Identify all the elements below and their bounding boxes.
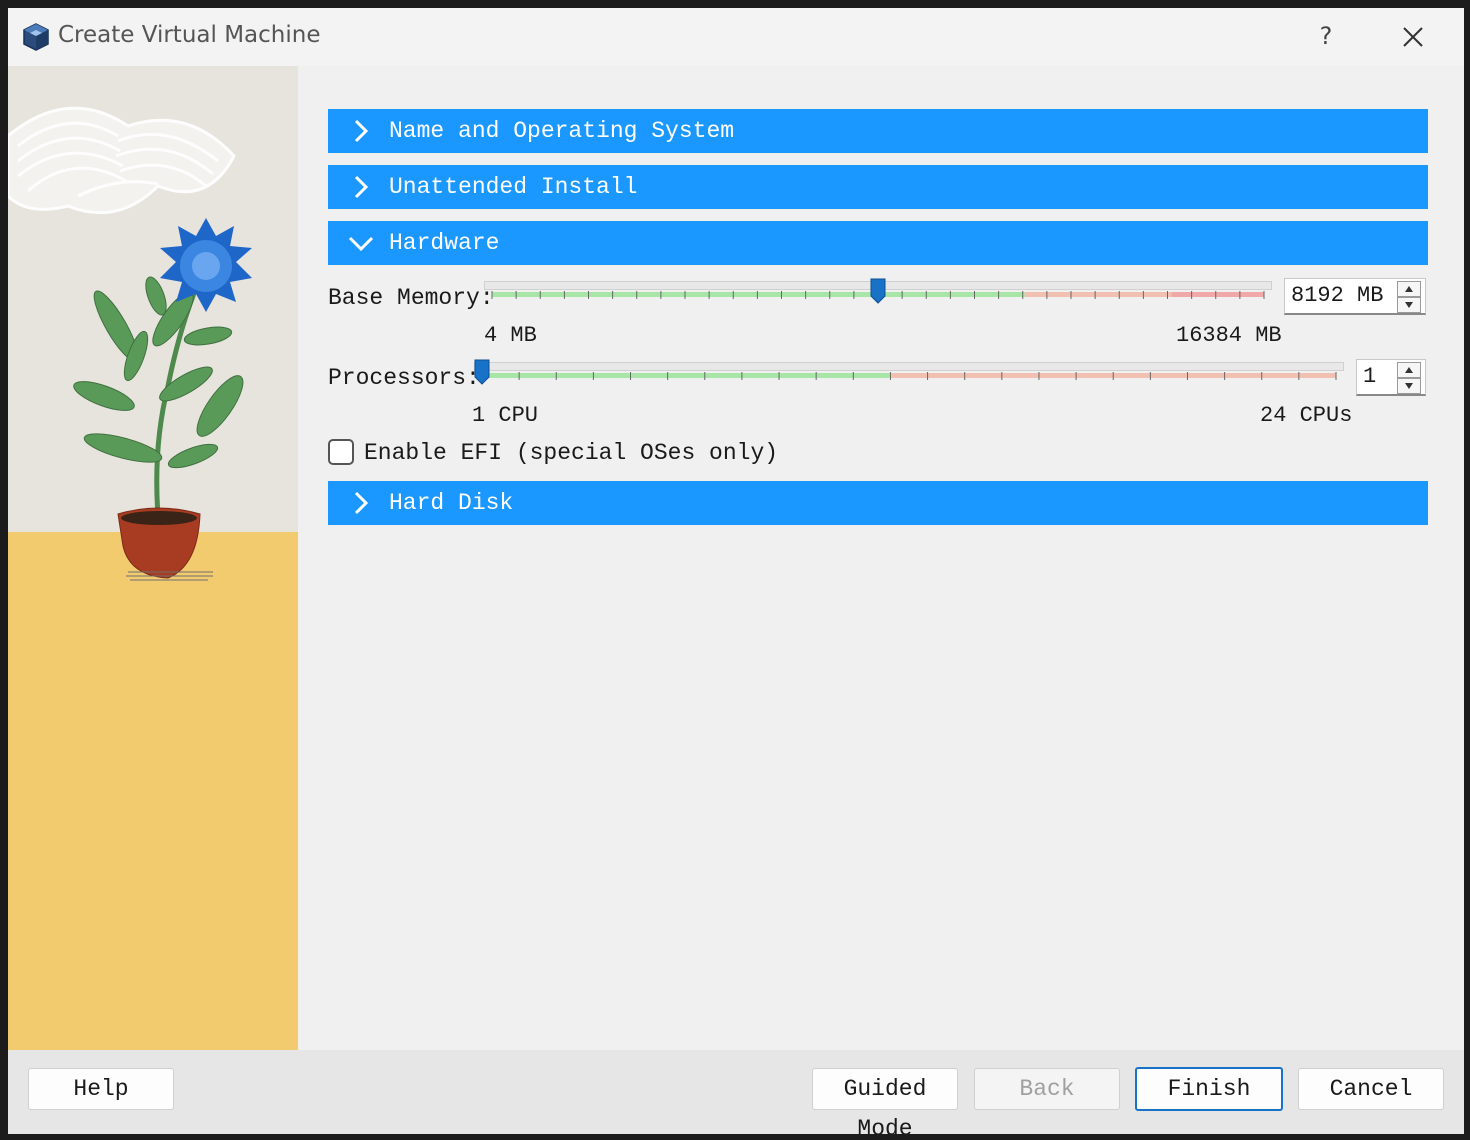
arrow-up-icon bbox=[1405, 367, 1413, 373]
processors-label: Processors: bbox=[328, 365, 480, 391]
slider-zone bbox=[492, 292, 1025, 297]
memory-increment-button[interactable] bbox=[1397, 281, 1421, 297]
enable-efi-checkbox[interactable] bbox=[328, 439, 354, 465]
back-button[interactable]: Back bbox=[974, 1068, 1120, 1110]
slider-handle[interactable] bbox=[474, 359, 490, 385]
section-label: Hard Disk bbox=[389, 490, 514, 516]
close-icon[interactable] bbox=[1398, 22, 1428, 52]
enable-efi-label[interactable]: Enable EFI (special OSes only) bbox=[364, 440, 778, 466]
slider-zone bbox=[482, 373, 891, 378]
arrow-down-icon bbox=[1405, 383, 1413, 389]
slider-handle[interactable] bbox=[870, 278, 886, 304]
section-name-os[interactable]: Name and Operating System bbox=[328, 109, 1428, 153]
chevron-right-icon bbox=[354, 119, 369, 143]
finish-button[interactable]: Finish bbox=[1135, 1067, 1283, 1111]
wizard-content: Name and Operating System Unattended Ins… bbox=[298, 66, 1464, 1050]
chevron-right-icon bbox=[354, 491, 369, 515]
arrow-up-icon bbox=[1405, 286, 1413, 292]
base-memory-spinbox[interactable]: 8192 MB bbox=[1284, 278, 1426, 315]
processors-min-label: 1 CPU bbox=[472, 403, 539, 428]
section-hardware[interactable]: Hardware bbox=[328, 221, 1428, 265]
processors-max-label: 24 CPUs bbox=[1260, 403, 1353, 428]
arrow-down-icon bbox=[1405, 302, 1413, 308]
slider-zone bbox=[1171, 292, 1264, 297]
memory-value: 8192 MB bbox=[1291, 283, 1384, 308]
wizard-illustration bbox=[8, 66, 298, 1050]
button-bar: Help Guided Mode Back Finish Cancel bbox=[8, 1050, 1464, 1134]
section-label: Name and Operating System bbox=[389, 118, 735, 144]
virtualbox-cube-icon bbox=[23, 23, 49, 51]
title-bar: Create Virtual Machine ? bbox=[8, 8, 1464, 66]
help-title-button[interactable]: ? bbox=[1312, 18, 1340, 54]
section-label: Hardware bbox=[389, 230, 500, 256]
slider-ticks bbox=[481, 372, 1337, 380]
help-button[interactable]: Help bbox=[28, 1068, 174, 1110]
base-memory-slider[interactable] bbox=[484, 278, 1272, 318]
memory-max-label: 16384 MB bbox=[1176, 323, 1282, 348]
processors-slider[interactable] bbox=[474, 359, 1344, 399]
section-unattended-install[interactable]: Unattended Install bbox=[328, 165, 1428, 209]
processors-spinbox[interactable]: 1 bbox=[1356, 359, 1426, 396]
memory-decrement-button[interactable] bbox=[1397, 297, 1421, 313]
processors-increment-button[interactable] bbox=[1397, 362, 1421, 378]
processors-value: 1 bbox=[1363, 364, 1377, 389]
cancel-button[interactable]: Cancel bbox=[1298, 1068, 1444, 1110]
memory-min-label: 4 MB bbox=[484, 323, 537, 348]
guided-mode-button[interactable]: Guided Mode bbox=[812, 1068, 958, 1134]
section-label: Unattended Install bbox=[389, 174, 638, 200]
base-memory-label: Base Memory: bbox=[328, 285, 494, 311]
window-title: Create Virtual Machine bbox=[58, 22, 321, 48]
create-vm-dialog: Create Virtual Machine ? Name and Operat… bbox=[8, 8, 1464, 1134]
processors-decrement-button[interactable] bbox=[1397, 378, 1421, 394]
chevron-down-icon bbox=[348, 236, 374, 252]
section-hard-disk[interactable]: Hard Disk bbox=[328, 481, 1428, 525]
chevron-right-icon bbox=[354, 175, 369, 199]
